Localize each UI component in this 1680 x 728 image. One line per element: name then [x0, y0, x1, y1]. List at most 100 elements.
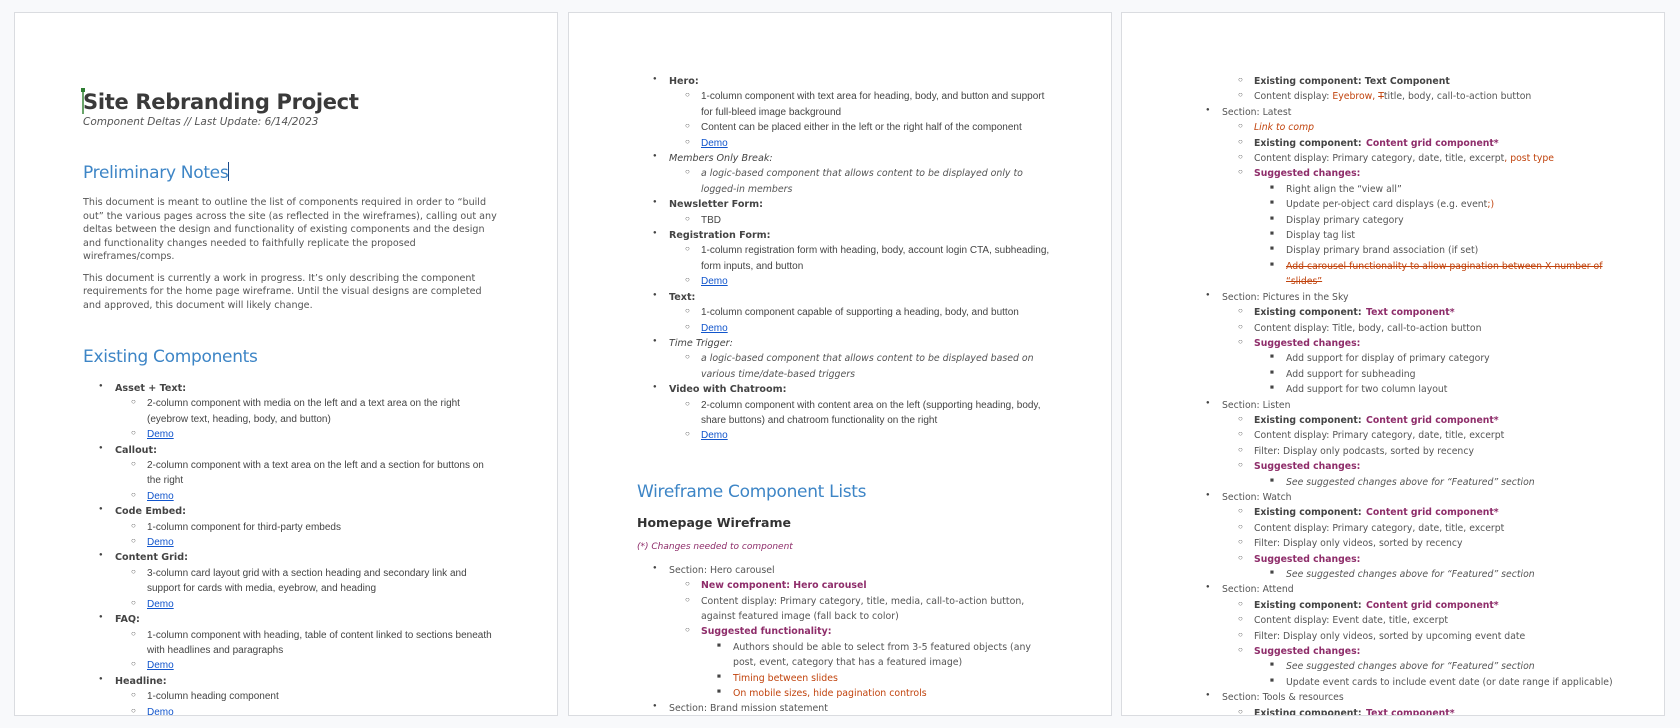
list-item: Code Embed: 1-column component for third… — [83, 503, 497, 549]
page-3-content: Existing component: Text Component Conte… — [1190, 73, 1624, 716]
list-item: 2-column component with content area on … — [669, 397, 1051, 428]
demo-link[interactable]: Demo — [147, 707, 174, 715]
component-name: Callout: — [115, 444, 157, 456]
list-item: Timing between slides — [701, 670, 1051, 685]
list-item: Content display: Primary category, title… — [669, 593, 1051, 624]
component-name: Code Embed: — [115, 506, 186, 518]
added-text: ;) — [1487, 199, 1495, 211]
list-item: Existing component: Content grid compone… — [1222, 504, 1624, 519]
list-item: 1-column component with text area for he… — [669, 88, 1051, 119]
component-name: Text: — [669, 291, 696, 303]
list-item: 1-column heading component — [115, 688, 497, 703]
list-item: Content display: Primary category, date,… — [1222, 150, 1624, 165]
list-item: Asset + Text: 2-column component with me… — [83, 380, 497, 442]
section-name: Section: Brand mission statement — [669, 703, 828, 715]
filter: Filter: Display only videos, sorted by u… — [1254, 630, 1526, 642]
list-item: Add carousel functionality to allow pagi… — [1254, 258, 1624, 289]
list-item: Demo — [669, 320, 1051, 335]
heading-wireframe-component-lists[interactable]: Wireframe Component Lists — [637, 481, 1051, 503]
section-name: Section: Pictures in the Sky — [1222, 291, 1349, 303]
document-title[interactable]: Site Rebranding Project — [81, 88, 497, 115]
demo-link[interactable]: Demo — [147, 429, 174, 440]
demo-link[interactable]: Demo — [701, 138, 728, 149]
section-name: Section: Watch — [1222, 491, 1292, 503]
list-item: Link to comp — [1222, 119, 1624, 134]
demo-link[interactable]: Demo — [147, 599, 174, 610]
list-item: Existing component: Text Component Conte… — [1190, 73, 1624, 104]
heading-preliminary-notes[interactable]: Preliminary Notes — [83, 162, 497, 184]
existing-component-name: Content grid component* — [1366, 599, 1499, 611]
demo-link[interactable]: Demo — [701, 276, 728, 287]
list-item: Filter: Display only podcasts, sorted by… — [1222, 443, 1624, 458]
content-display: Content display: Eyebrow, Ttitle, body, … — [1254, 91, 1531, 102]
component-description: 1-column component for third-party embed… — [147, 521, 341, 533]
document-title-text: Site Rebranding Project — [83, 90, 359, 114]
component-description: a logic-based component that allows cont… — [701, 168, 1023, 195]
list-item: a logic-based component that allows cont… — [669, 165, 1051, 196]
list-item: Demo — [115, 704, 497, 715]
existing-component-label: Existing component: — [1254, 414, 1362, 426]
document-subtitle[interactable]: Component Deltas // Last Update: 6/14/20… — [83, 116, 497, 128]
existing-component-label: Existing component: — [1254, 137, 1362, 149]
suggested-changes-label: Suggested changes: — [1254, 553, 1361, 565]
list-item: 3-column card layout grid with a section… — [115, 565, 497, 596]
suggestion: See suggested changes above for “Feature… — [1286, 476, 1535, 488]
list-item: Existing component: Text Component — [1222, 73, 1624, 88]
suggested-changes-label: Suggested changes: — [1254, 337, 1361, 349]
demo-link[interactable]: Demo — [701, 323, 728, 334]
page-2-content: Hero: 1-column component with text area … — [637, 73, 1051, 715]
demo-link[interactable]: Demo — [701, 430, 728, 441]
new-component-label: New component: Hero carousel — [701, 580, 867, 592]
list-item: Add support for subheading — [1254, 366, 1624, 381]
added-text: Eyebrow, — [1332, 91, 1379, 103]
list-item: Authors should be able to select from 3-… — [701, 639, 1051, 670]
suggested-functionality-label: Suggested functionality: — [701, 626, 832, 638]
list-item: Existing component: Content grid compone… — [1222, 597, 1624, 612]
intro-paragraph-1[interactable]: This document is meant to outline the li… — [83, 196, 497, 264]
content-display: Content display: Primary category, title… — [701, 595, 1025, 622]
list-item: Suggested changes: Right align the “view… — [1222, 165, 1624, 288]
list-item: Suggested changes: Add support for displ… — [1222, 335, 1624, 397]
component-name: Headline: — [115, 675, 167, 687]
list-item: Suggested changes: See suggested changes… — [1222, 551, 1624, 582]
content-display-rest: title, body, call-to-action button — [1383, 91, 1532, 103]
list-item: Content display: Event date, title, exce… — [1222, 612, 1624, 627]
content-display-prefix: Content display: — [1254, 91, 1333, 103]
list-item: Section: Brand mission statement — [637, 700, 1051, 715]
existing-component-name: Text component* — [1366, 707, 1455, 716]
list-item: Add support for two column layout — [1254, 381, 1624, 396]
existing-component-name: Content grid component* — [1366, 137, 1499, 149]
section-name: Section: Hero carousel — [669, 564, 775, 576]
list-item: Update per-object card displays (e.g. ev… — [1254, 196, 1624, 211]
list-item: Section: Tools & resources Existing comp… — [1190, 689, 1624, 716]
list-item: See suggested changes above for “Feature… — [1254, 566, 1624, 581]
link-to-comp[interactable]: Link to comp — [1254, 122, 1314, 133]
demo-link[interactable]: Demo — [147, 491, 174, 502]
list-item: Add support for display of primary categ… — [1254, 350, 1624, 365]
list-item: New component: Hero carousel — [669, 577, 1051, 592]
component-name: Newsletter Form: — [669, 199, 763, 211]
document-page-1: Site Rebranding Project Component Deltas… — [14, 12, 558, 716]
list-item: Display primary brand association (if se… — [1254, 242, 1624, 257]
intro-paragraph-2[interactable]: This document is currently a work in pro… — [83, 272, 497, 313]
list-item: 2-column component with media on the lef… — [115, 395, 497, 426]
demo-link[interactable]: Demo — [147, 660, 174, 671]
suggestion: Add support for subheading — [1286, 368, 1416, 380]
demo-link[interactable]: Demo — [147, 537, 174, 548]
heading-homepage-wireframe[interactable]: Homepage Wireframe — [637, 515, 1051, 530]
filter: Filter: Display only videos, sorted by r… — [1254, 538, 1463, 550]
content-display: Content display: Primary category, date,… — [1254, 522, 1505, 534]
suggestion: Display primary category — [1286, 214, 1404, 226]
list-item: Demo — [115, 488, 497, 503]
suggestion: Authors should be able to select from 3-… — [733, 641, 1031, 669]
list-item: 1-column component with heading, table o… — [115, 627, 497, 658]
page-1-content: Site Rebranding Project Component Deltas… — [81, 75, 497, 715]
existing-component-name: Text component* — [1366, 307, 1455, 319]
list-item: Filter: Display only videos, sorted by u… — [1222, 628, 1624, 643]
suggestion: See suggested changes above for “Feature… — [1286, 569, 1535, 580]
suggestion: See suggested changes above for “Feature… — [1286, 661, 1535, 673]
heading-existing-components[interactable]: Existing Components — [83, 346, 497, 368]
suggestion: Add support for two column layout — [1286, 384, 1448, 396]
existing-component: Existing component: Text Component — [1254, 76, 1450, 87]
suggested-changes-label: Suggested changes: — [1254, 168, 1361, 180]
